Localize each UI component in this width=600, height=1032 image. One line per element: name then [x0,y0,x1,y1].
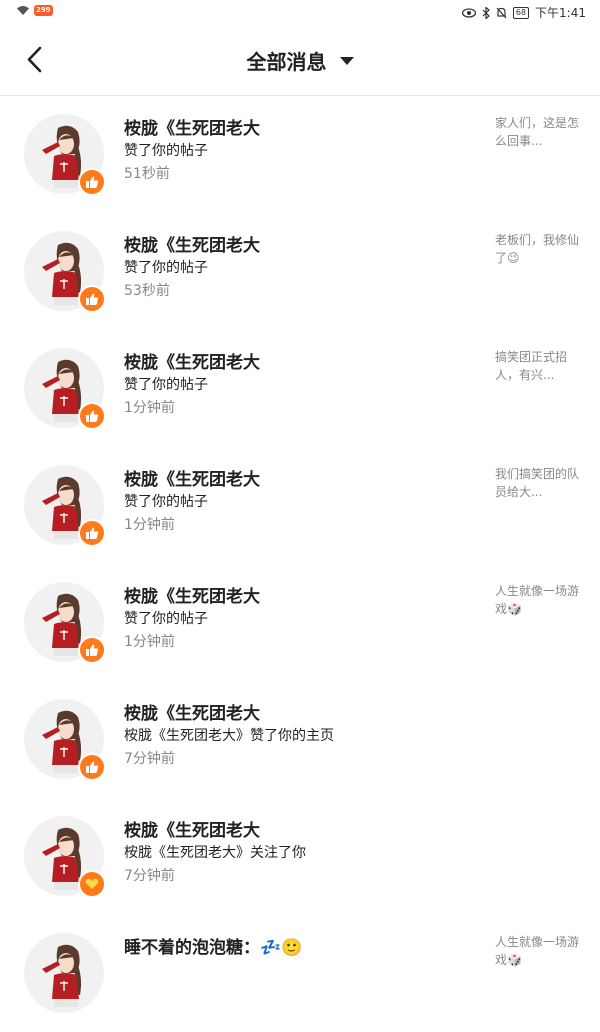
bluetooth-icon [482,6,490,19]
thumbs-up-badge-icon [78,753,106,781]
notification-item[interactable]: 桉胧《生死团老大 赞了你的帖子 1分钟前 搞笑团正式招人，有兴... [0,330,600,447]
notification-item[interactable]: 睡不着的泡泡糖：💤🙂 人生就像一场游戏🎲 [0,915,600,1032]
status-right: 68 下午1:41 [461,4,586,21]
notification-item[interactable]: 桉胧《生死团老大 赞了你的帖子 1分钟前 我们搞笑团的队员给大... [0,447,600,564]
action-text: 赞了你的帖子 [124,611,208,627]
app-notification-badge: 299 [34,5,53,16]
page-title: 全部消息 [246,50,327,74]
post-preview[interactable]: 人生就像一场游戏🎲 [495,582,579,618]
timestamp: 7分钟前 [124,751,175,767]
post-preview[interactable]: 老板们，我修仙了😉 [495,231,579,267]
sender-name[interactable]: 桉胧《生死团老大 [124,465,260,490]
thumbs-up-badge-icon [78,636,106,664]
avatar-container [24,933,104,1013]
avatar-container [24,114,106,196]
status-bar: 299 68 下午1:41 [0,0,600,26]
wifi-icon [16,5,30,16]
post-preview[interactable]: 搞笑团正式招人，有兴... [495,348,579,384]
sender-name[interactable]: 睡不着的泡泡糖：💤🙂 [124,933,302,958]
thumbs-up-badge-icon [78,168,106,196]
mute-bell-icon [496,7,507,19]
sender-name[interactable]: 桉胧《生死团老大 [124,816,260,841]
notification-item[interactable]: 桉胧《生死团老大 桉胧《生死团老大》关注了你 7分钟前 [0,798,600,915]
timestamp: 1分钟前 [124,634,175,650]
sender-name[interactable]: 桉胧《生死团老大 [124,582,260,607]
post-preview[interactable]: 家人们，这是怎么回事... [495,114,579,150]
heart-badge-icon [78,870,106,898]
sender-name[interactable]: 桉胧《生死团老大 [124,699,260,724]
thumbs-up-badge-icon [78,285,106,313]
notification-item[interactable]: 桉胧《生死团老大 桉胧《生死团老大》赞了你的主页 7分钟前 [0,681,600,798]
action-text: 赞了你的帖子 [124,494,208,510]
avatar-container [24,582,106,664]
notification-list: 桉胧《生死团老大 赞了你的帖子 51秒前 家人们，这是怎么回事... 桉胧《生死… [0,96,600,1032]
avatar-container [24,465,106,547]
sender-name[interactable]: 桉胧《生死团老大 [124,231,260,256]
triangle-down-icon [339,56,354,65]
status-left: 299 [16,5,53,16]
navigation-bar: 全部消息 [0,26,600,96]
timestamp: 53秒前 [124,283,170,299]
avatar-container [24,231,106,313]
action-text: 桉胧《生死团老大》关注了你 [124,845,306,861]
notification-item[interactable]: 桉胧《生死团老大 赞了你的帖子 51秒前 家人们，这是怎么回事... [0,96,600,213]
eye-icon [461,7,476,18]
status-time: 下午1:41 [535,6,586,20]
avatar-container [24,348,106,430]
girl-avatar-illustration [42,944,82,1007]
post-preview[interactable]: 我们搞笑团的队员给大... [495,465,579,501]
avatar-container [24,816,106,898]
avatar-container [24,699,106,781]
sender-name[interactable]: 桉胧《生死团老大 [124,348,260,373]
timestamp: 7分钟前 [124,868,175,884]
thumbs-up-badge-icon [78,402,106,430]
notification-item[interactable]: 桉胧《生死团老大 赞了你的帖子 53秒前 老板们，我修仙了😉 [0,213,600,330]
action-text: 赞了你的帖子 [124,377,208,393]
action-text: 桉胧《生死团老大》赞了你的主页 [124,728,334,744]
thumbs-up-badge-icon [78,519,106,547]
action-text: 赞了你的帖子 [124,143,208,159]
action-text: 赞了你的帖子 [124,260,208,276]
post-preview[interactable]: 人生就像一场游戏🎲 [495,933,579,969]
message-filter-dropdown[interactable]: 全部消息 [0,46,600,75]
notification-item[interactable]: 桉胧《生死团老大 赞了你的帖子 1分钟前 人生就像一场游戏🎲 [0,564,600,681]
timestamp: 1分钟前 [124,400,175,416]
timestamp: 51秒前 [124,166,170,182]
battery-indicator: 68 [512,6,530,19]
timestamp: 1分钟前 [124,517,175,533]
sender-name[interactable]: 桉胧《生死团老大 [124,114,260,139]
avatar[interactable] [24,933,104,1013]
